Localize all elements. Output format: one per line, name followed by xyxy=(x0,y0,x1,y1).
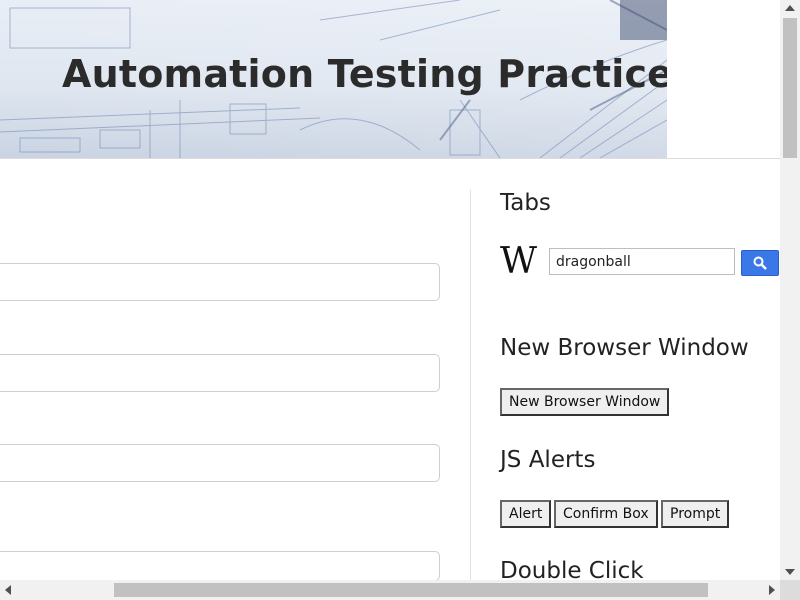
scroll-right-arrow-icon[interactable] xyxy=(769,585,775,595)
confirm-box-button[interactable]: Confirm Box xyxy=(554,500,658,528)
page-title: Automation Testing Practice xyxy=(62,52,667,96)
scroll-up-arrow-icon[interactable] xyxy=(785,5,795,11)
js-alerts-heading: JS Alerts xyxy=(500,447,596,473)
scroll-down-arrow-icon[interactable] xyxy=(785,569,795,575)
scroll-left-arrow-icon[interactable] xyxy=(5,585,11,595)
horizontal-scrollbar[interactable] xyxy=(0,580,780,600)
header-banner: Automation Testing Practice xyxy=(0,0,667,158)
vertical-scroll-thumb[interactable] xyxy=(783,18,797,158)
form-input-3[interactable] xyxy=(0,444,440,482)
form-input-1[interactable] xyxy=(0,263,440,301)
alert-button[interactable]: Alert xyxy=(500,500,552,528)
new-browser-window-heading: New Browser Window xyxy=(500,335,749,361)
search-icon xyxy=(753,256,767,270)
wikipedia-logo-icon: W xyxy=(500,241,538,282)
wikipedia-search-button[interactable] xyxy=(741,250,779,276)
new-browser-window-button[interactable]: New Browser Window xyxy=(500,388,670,416)
horizontal-scroll-thumb[interactable] xyxy=(114,583,708,597)
form-input-2[interactable] xyxy=(0,354,440,392)
tabs-heading: Tabs xyxy=(500,190,551,216)
form-input-4[interactable] xyxy=(0,551,440,581)
header-divider xyxy=(0,158,780,159)
wikipedia-search-input[interactable] xyxy=(549,248,735,275)
prompt-button[interactable]: Prompt xyxy=(661,500,730,528)
column-divider xyxy=(470,190,471,580)
vertical-scrollbar[interactable] xyxy=(780,0,800,580)
scrollbar-corner xyxy=(780,580,800,600)
